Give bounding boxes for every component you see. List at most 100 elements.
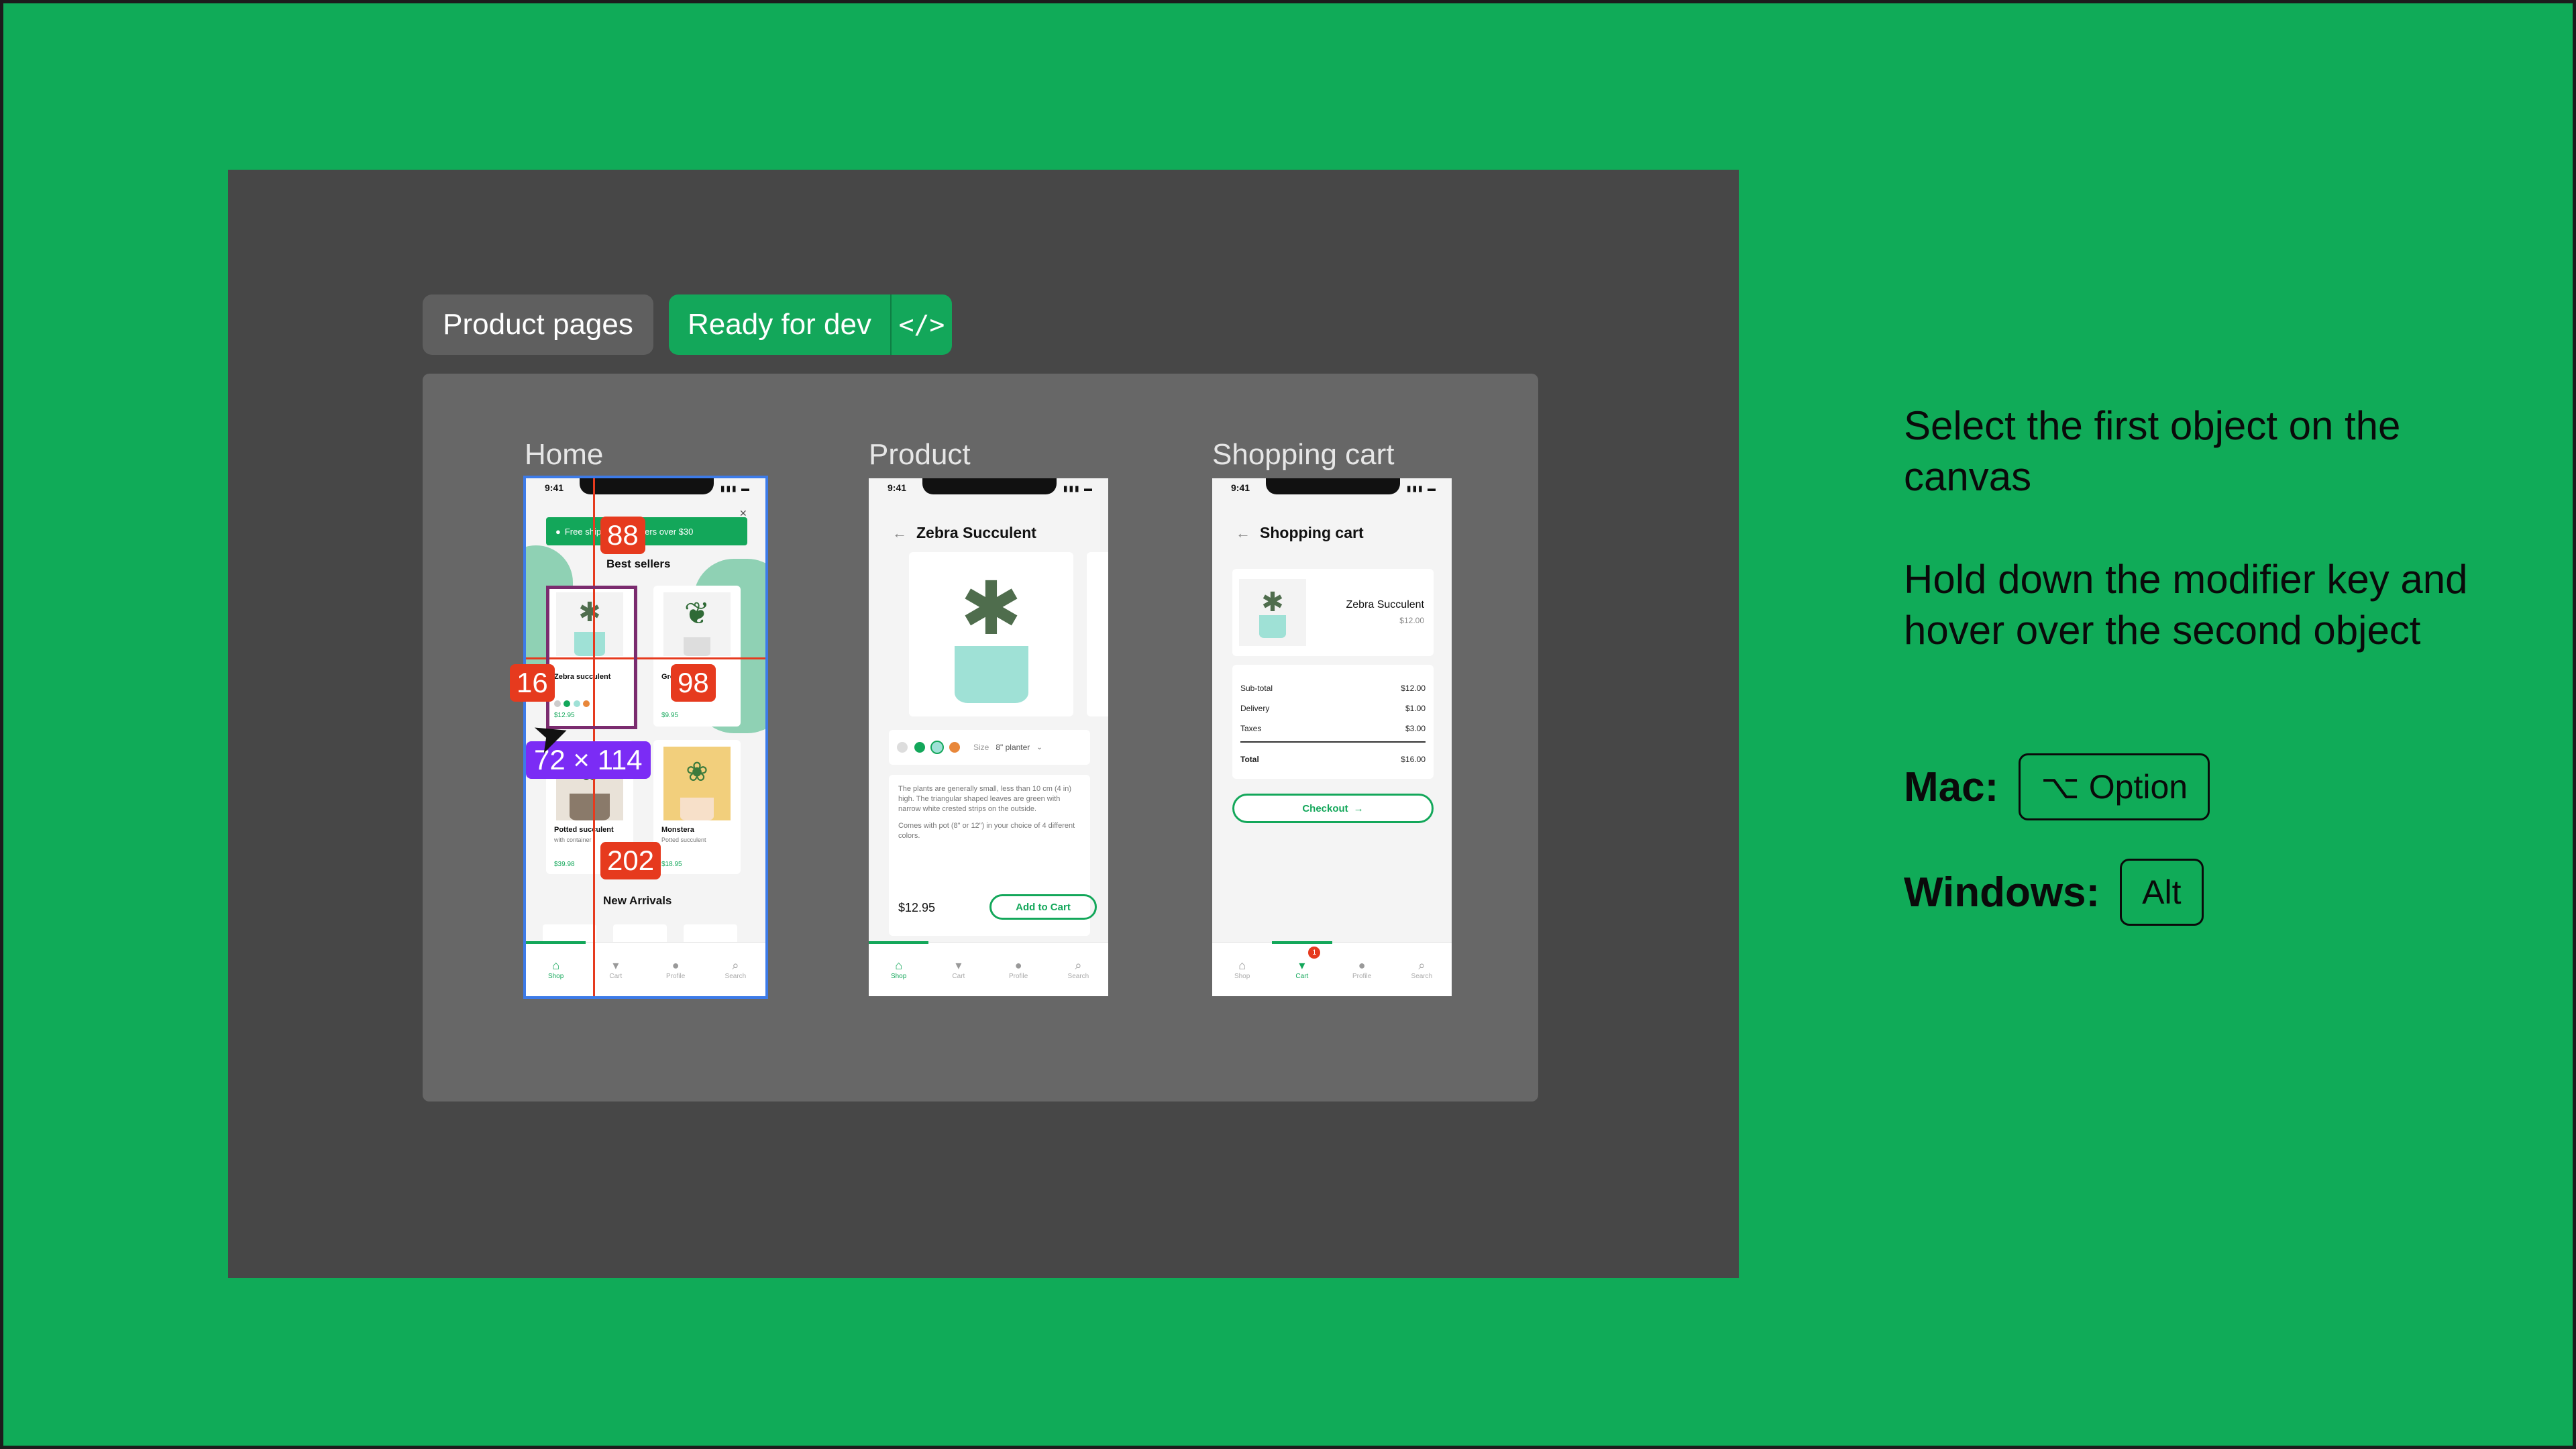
product-image[interactable]: ✱ [909, 552, 1073, 716]
phone-notch [580, 478, 714, 494]
product-image: ❀ [663, 747, 731, 820]
arrow-right-icon: → [1353, 802, 1364, 814]
tab-profile[interactable]: ● Profile [646, 943, 706, 996]
location-pin-icon: ● [555, 526, 561, 537]
tab-shop[interactable]: ⌂ Shop [526, 941, 586, 996]
tab-bar: ⌂ Shop ▾ Cart ● Profile ⌕ Search [526, 941, 765, 996]
tab-cart[interactable]: ▾ 1 Cart [1272, 941, 1332, 996]
plant-leaves-icon: ❀ [686, 757, 708, 787]
tab-search[interactable]: ⌕ Search [1392, 943, 1452, 996]
option-key: ⌥ Option [2019, 753, 2210, 820]
signal-wifi-battery-icon: ▮▮▮ ▬ [720, 484, 751, 493]
section-title-chip[interactable]: Product pages [423, 294, 653, 355]
cart-item[interactable]: ✱ Zebra Succulent $12.00 [1232, 569, 1434, 656]
cart-header: ← Shopping cart [1236, 524, 1364, 542]
phone-notch [922, 478, 1057, 494]
close-icon[interactable]: ✕ [739, 508, 747, 519]
delivery-label: Delivery [1240, 704, 1270, 713]
cart-count-badge: 1 [1308, 947, 1321, 959]
plant-leaves-icon: ✱ [960, 568, 1022, 650]
swatch[interactable] [949, 742, 960, 753]
measure-line-vertical [593, 478, 595, 996]
plant-leaves-icon: ✱ [1261, 588, 1284, 617]
cart-icon: ▾ [955, 959, 962, 972]
taxes-value: $3.00 [1405, 724, 1426, 733]
search-icon: ⌕ [732, 959, 739, 972]
tab-search[interactable]: ⌕ Search [1049, 943, 1108, 996]
swatch[interactable] [914, 742, 925, 753]
size-label: Size [973, 743, 989, 752]
instruction-step-1: Select the first object on the canvas [1904, 403, 2401, 499]
mac-label: Mac: [1904, 763, 1999, 810]
spacing-right: 98 [671, 664, 716, 702]
product-card[interactable]: ❀ Monstera Potted succulent $18.95 [653, 740, 741, 874]
back-arrow-icon[interactable]: ← [892, 525, 907, 542]
product-price: $18.95 [661, 861, 682, 868]
home-icon: ⌂ [552, 959, 560, 972]
order-summary: Sub-total $12.00 Delivery $1.00 Taxes $3… [1232, 665, 1434, 779]
product-subtitle: Potted succulent [661, 837, 706, 843]
spacing-top: 88 [600, 517, 645, 554]
instruction-step-2: Hold down the modifier key and hover ove… [1904, 557, 2468, 653]
tab-shop[interactable]: ⌂ Shop [869, 941, 929, 996]
swatch-selected[interactable] [930, 741, 944, 754]
pot-shape [1259, 615, 1286, 638]
cart-item-image: ✱ [1239, 579, 1306, 646]
section-title: Product pages [443, 308, 633, 341]
frame-label-product[interactable]: Product [869, 438, 971, 472]
product-image: ❦ [663, 592, 731, 656]
cart-item-name: Zebra Succulent [1346, 599, 1424, 610]
cart-title: Shopping cart [1260, 524, 1364, 541]
search-icon: ⌕ [1075, 959, 1082, 972]
shipping-banner[interactable]: ● Free shipping on orders over $30 [546, 517, 747, 545]
frame-label-home[interactable]: Home [525, 438, 603, 472]
tab-search[interactable]: ⌕ Search [706, 943, 765, 996]
tab-profile[interactable]: ● Profile [1332, 943, 1392, 996]
windows-shortcut: Windows: Alt [1904, 859, 2204, 926]
profile-icon: ● [672, 959, 680, 972]
product-price: $39.98 [554, 861, 575, 868]
delivery-value: $1.00 [1405, 704, 1426, 713]
ready-for-dev-chip[interactable]: Ready for dev </> [669, 294, 952, 355]
profile-icon: ● [1014, 959, 1022, 972]
total-value: $16.00 [1401, 755, 1426, 764]
frame-label-cart[interactable]: Shopping cart [1212, 438, 1395, 472]
product-header: ← Zebra Succulent [892, 524, 1036, 542]
tab-bar: ⌂ Shop ▾ 1 Cart ● Profile ⌕ Search [1212, 941, 1452, 996]
tab-shop[interactable]: ⌂ Shop [1212, 943, 1272, 996]
tab-profile[interactable]: ● Profile [989, 943, 1049, 996]
new-arrivals-heading: New Arrivals [603, 894, 672, 907]
plant-leaves-icon: ❦ [684, 596, 710, 631]
product-card[interactable]: ❦ Green leaves $9.95 [653, 586, 741, 727]
total-label: Total [1240, 755, 1259, 764]
windows-label: Windows: [1904, 869, 2100, 916]
code-icon[interactable]: </> [892, 310, 952, 339]
cart-icon: ▾ [1299, 959, 1305, 972]
home-icon: ⌂ [1238, 959, 1246, 972]
tab-bar: ⌂ Shop ▾ Cart ● Profile ⌕ Search [869, 941, 1108, 996]
cart-item-price: $12.00 [1399, 616, 1424, 625]
checkout-label: Checkout [1302, 802, 1348, 814]
back-arrow-icon[interactable]: ← [1236, 525, 1250, 542]
size-select[interactable]: 8" planter [996, 743, 1030, 752]
chevron-down-icon[interactable]: ⌄ [1036, 744, 1042, 751]
pot-shape [684, 637, 710, 656]
product-name: Potted succulent [554, 826, 614, 834]
status-time: 9:41 [545, 482, 564, 493]
status-time: 9:41 [1231, 482, 1250, 493]
profile-icon: ● [1358, 959, 1366, 972]
options-bar: Size 8" planter ⌄ [889, 730, 1090, 765]
subtotal-value: $12.00 [1401, 684, 1426, 693]
cart-frame[interactable]: 9:41 ▮▮▮ ▬ ← Shopping cart ✱ Zebra Succu… [1212, 478, 1452, 996]
next-image-peek[interactable] [1087, 552, 1108, 716]
status-label: Ready for dev [688, 308, 871, 341]
mac-shortcut: Mac: ⌥ Option [1904, 753, 2210, 820]
add-to-cart-button[interactable]: Add to Cart [989, 894, 1097, 920]
product-name: Monstera [661, 826, 694, 834]
checkout-button[interactable]: Checkout → [1232, 794, 1434, 823]
product-frame[interactable]: 9:41 ▮▮▮ ▬ ← Zebra Succulent ✱ Size 8" p… [869, 478, 1108, 996]
status-time: 9:41 [888, 482, 907, 493]
product-title: Zebra Succulent [916, 524, 1036, 541]
tab-cart[interactable]: ▾ Cart [928, 943, 988, 996]
swatch[interactable] [897, 742, 908, 753]
